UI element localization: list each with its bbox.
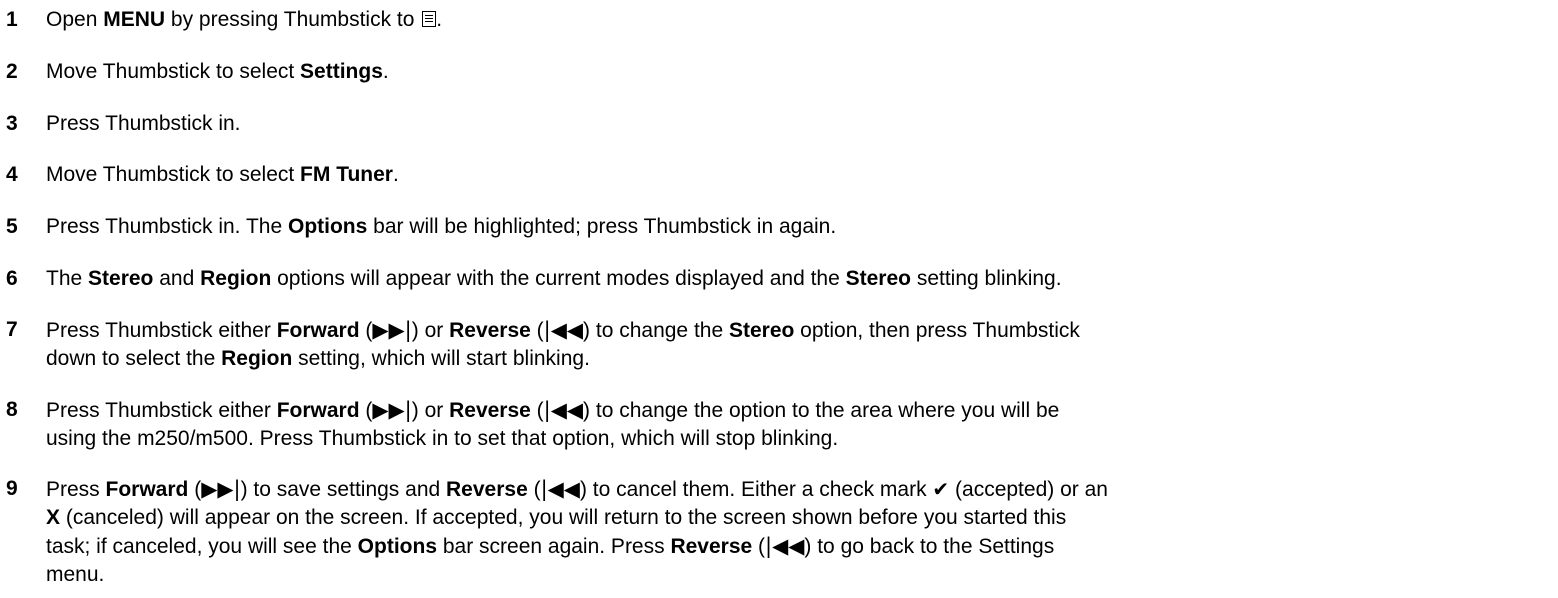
text-run: Press Thumbstick in. The [46, 215, 288, 238]
step-text: Press Thumbstick in. [46, 110, 1550, 138]
step-number: 8 [6, 398, 18, 421]
text-run: ) to cancel them. Either a check mark [579, 478, 933, 501]
text-run: ) or [411, 319, 450, 342]
text-run: by pressing Thumbstick to [165, 8, 421, 31]
text-run: setting, which will start blinking. [292, 347, 590, 370]
text-run: task; if canceled, you will see the [46, 535, 358, 558]
text-run: option, then press Thumbstick [794, 319, 1080, 342]
step-8: 8 Press Thumbstick either Forward (▶▶|) … [0, 396, 1550, 453]
bold-term: Stereo [845, 267, 911, 290]
text-run: Open [46, 8, 104, 31]
step-text: Press Thumbstick either Forward (▶▶|) or… [46, 396, 1550, 453]
text-run: ( [188, 478, 202, 501]
text-run: bar screen again. Press [437, 535, 671, 558]
step-text: Press Thumbstick in. The Options bar wil… [46, 213, 1550, 241]
step-text: Press Thumbstick either Forward (▶▶|) or… [46, 316, 1550, 373]
button-glyph: |◀◀ [540, 477, 580, 501]
text-run: Press Thumbstick either [46, 319, 277, 342]
text-run: ( [359, 319, 373, 342]
text-run: setting blinking. [910, 267, 1062, 290]
button-glyph: |◀◀ [543, 318, 584, 342]
step-2: 2 Move Thumbstick to select Settings. [0, 58, 1550, 86]
text-run: Press Thumbstick in. [46, 112, 241, 135]
step-text: The Stereo and Region options will appea… [46, 265, 1550, 293]
bold-term: Reverse [670, 535, 753, 558]
text-run: . [382, 60, 389, 83]
text-run: ) to save settings and [240, 478, 447, 501]
text-run: ) or [411, 399, 450, 422]
step-number: 4 [6, 163, 18, 186]
step-6: 6 The Stereo and Region options will app… [0, 265, 1550, 293]
bold-term: Options [357, 535, 437, 558]
step-1: 1 Open MENU by pressing Thumbstick to . [0, 6, 1550, 34]
step-number: 7 [6, 318, 18, 341]
text-run: The [46, 267, 89, 290]
bold-term: Reverse [449, 399, 531, 422]
text-run: ) to go back to the Settings [804, 535, 1055, 558]
text-run: ) to change the [583, 319, 729, 342]
step-number: 5 [6, 215, 18, 238]
bold-term: MENU [103, 8, 166, 31]
bold-term: Options [287, 215, 368, 238]
step-5: 5 Press Thumbstick in. The Options bar w… [0, 213, 1550, 241]
bold-term: FM Tuner [300, 163, 393, 186]
bold-term: Forward [276, 319, 360, 342]
text-run: Move Thumbstick to select [46, 60, 301, 83]
step-number: 6 [6, 267, 18, 290]
text-run: ( [530, 319, 544, 342]
bold-term: X [46, 506, 61, 529]
bold-term: Stereo [728, 319, 795, 342]
step-number: 9 [6, 477, 18, 500]
text-run: (accepted) or an [949, 478, 1108, 501]
text-run: ( [752, 535, 766, 558]
step-text: Press Forward (▶▶|) to save settings and… [46, 475, 1550, 589]
step-9: 9 Press Forward (▶▶|) to save settings a… [0, 475, 1550, 589]
step-number: 2 [6, 60, 18, 83]
text-run: and [153, 267, 201, 290]
check-mark-icon: ✔ [932, 477, 950, 501]
button-glyph: |◀◀ [765, 534, 805, 558]
step-text: Move Thumbstick to select Settings. [46, 58, 1550, 86]
instruction-steps: 1 Open MENU by pressing Thumbstick to . … [0, 0, 1558, 598]
text-run: menu. [46, 563, 105, 586]
step-4: 4 Move Thumbstick to select FM Tuner. [0, 161, 1550, 189]
step-text: Move Thumbstick to select FM Tuner. [46, 161, 1550, 189]
text-run: ) to change the option to the area where… [583, 399, 1060, 422]
step-7: 7 Press Thumbstick either Forward (▶▶|) … [0, 316, 1550, 373]
step-number: 1 [6, 8, 18, 31]
bold-term: Forward [105, 478, 189, 501]
bold-term: Region [221, 347, 293, 370]
step-text: Open MENU by pressing Thumbstick to . [46, 6, 1550, 34]
text-run: (canceled) will appear on the screen. If… [60, 506, 1067, 529]
text-run: options will appear with the current mod… [271, 267, 846, 290]
step-number: 3 [6, 112, 18, 135]
text-run: bar will be highlighted; press Thumbstic… [367, 215, 837, 238]
bold-term: Forward [276, 399, 360, 422]
bold-term: Stereo [88, 267, 154, 290]
text-run: Move Thumbstick to select [46, 163, 301, 186]
button-glyph: ▶▶| [372, 398, 412, 422]
bold-term: Region [200, 267, 272, 290]
bold-term: Reverse [446, 478, 528, 501]
button-glyph: ▶▶| [372, 318, 412, 342]
text-run: Press Thumbstick either [46, 399, 277, 422]
menu-icon [422, 11, 437, 27]
bold-term: Reverse [449, 319, 531, 342]
text-run: . [392, 163, 399, 186]
text-run: ( [359, 399, 373, 422]
text-run: ( [527, 478, 541, 501]
text-run: down to select the [46, 347, 222, 370]
bold-term: Settings [300, 60, 383, 83]
text-run: Press [46, 478, 106, 501]
text-run: ( [530, 399, 544, 422]
step-3: 3 Press Thumbstick in. [0, 110, 1550, 138]
button-glyph: ▶▶| [201, 477, 241, 501]
button-glyph: |◀◀ [543, 398, 584, 422]
text-run: using the m250/m500. Press Thumbstick in… [46, 427, 839, 450]
text-run: . [436, 8, 443, 31]
